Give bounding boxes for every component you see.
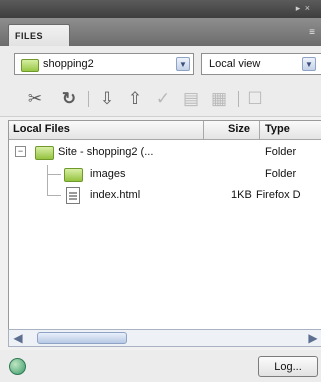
column-divider[interactable] <box>259 121 260 139</box>
column-size[interactable]: Size <box>228 123 250 135</box>
get-files-icon[interactable]: ⇩ <box>96 88 118 110</box>
html-file-icon <box>66 187 80 204</box>
row-name: images <box>90 168 126 180</box>
panel-tabbar: FILES ≡ <box>0 18 321 46</box>
panel-titlebar[interactable]: ▸ × <box>0 0 321 18</box>
scroll-left-icon[interactable]: ◀ <box>10 330 26 346</box>
row-type: Folder <box>265 168 297 180</box>
globe-icon <box>9 358 26 375</box>
scrollbar-thumb[interactable] <box>37 332 127 344</box>
view-dropdown[interactable]: Local view ▼ <box>201 53 321 75</box>
row-type: Firefox D <box>256 189 301 201</box>
connect-icon[interactable]: ✂ <box>24 88 46 110</box>
sync-icon[interactable]: ▦ <box>208 88 230 110</box>
view-dropdown-value: Local view <box>209 58 261 70</box>
column-local-files[interactable]: Local Files <box>13 123 70 135</box>
toolbar-divider <box>238 91 239 107</box>
refresh-icon[interactable]: ↻ <box>58 88 80 110</box>
files-panel: ▸ × FILES ≡ shopping2 ▼ Local view ▼ ✂ ↻… <box>0 0 321 382</box>
expand-icon[interactable]: ☐ <box>244 88 266 110</box>
site-folder-icon <box>21 59 39 72</box>
put-files-icon[interactable]: ⇧ <box>124 88 146 110</box>
expand-toggle-icon[interactable]: − <box>15 146 26 157</box>
scroll-right-icon[interactable]: ▶ <box>305 330 321 346</box>
column-type[interactable]: Type <box>265 123 290 135</box>
status-bar: Log... <box>0 350 321 382</box>
files-toolbar: ✂ ↻ ⇩ ⇧ ✓ ▤ ▦ ☐ <box>0 82 321 117</box>
site-dropdown[interactable]: shopping2 ▼ <box>14 53 194 75</box>
site-dropdown-value: shopping2 <box>43 58 94 70</box>
row-size: 1KB <box>231 189 252 201</box>
check-in-icon[interactable]: ▤ <box>180 88 202 110</box>
folder-icon <box>35 146 54 160</box>
panel-menu-icon[interactable]: ≡ <box>309 27 315 38</box>
horizontal-scrollbar[interactable]: ◀ ▶ <box>8 329 321 347</box>
check-out-icon[interactable]: ✓ <box>152 88 174 110</box>
table-row[interactable]: − Site - shopping2 (... Folder <box>9 143 321 163</box>
toolbar-divider <box>88 91 89 107</box>
folder-icon <box>64 168 83 182</box>
column-divider[interactable] <box>203 121 204 139</box>
file-list-header: Local Files Size Type <box>9 121 321 140</box>
row-name: index.html <box>90 189 141 201</box>
file-list: Local Files Size Type − Site - shopping2… <box>8 120 321 342</box>
tab-files[interactable]: FILES <box>8 24 70 46</box>
site-bar: shopping2 ▼ Local view ▼ <box>0 46 321 82</box>
table-row[interactable]: index.html 1KB Firefox D <box>9 186 321 206</box>
chevron-down-icon[interactable]: ▼ <box>302 57 316 71</box>
collapse-icon[interactable]: ▸ × <box>296 3 311 14</box>
row-name: Site - shopping2 (... <box>58 146 154 158</box>
log-button[interactable]: Log... <box>258 356 318 377</box>
chevron-down-icon[interactable]: ▼ <box>176 57 190 71</box>
row-type: Folder <box>265 146 297 158</box>
table-row[interactable]: images Folder <box>9 165 321 185</box>
